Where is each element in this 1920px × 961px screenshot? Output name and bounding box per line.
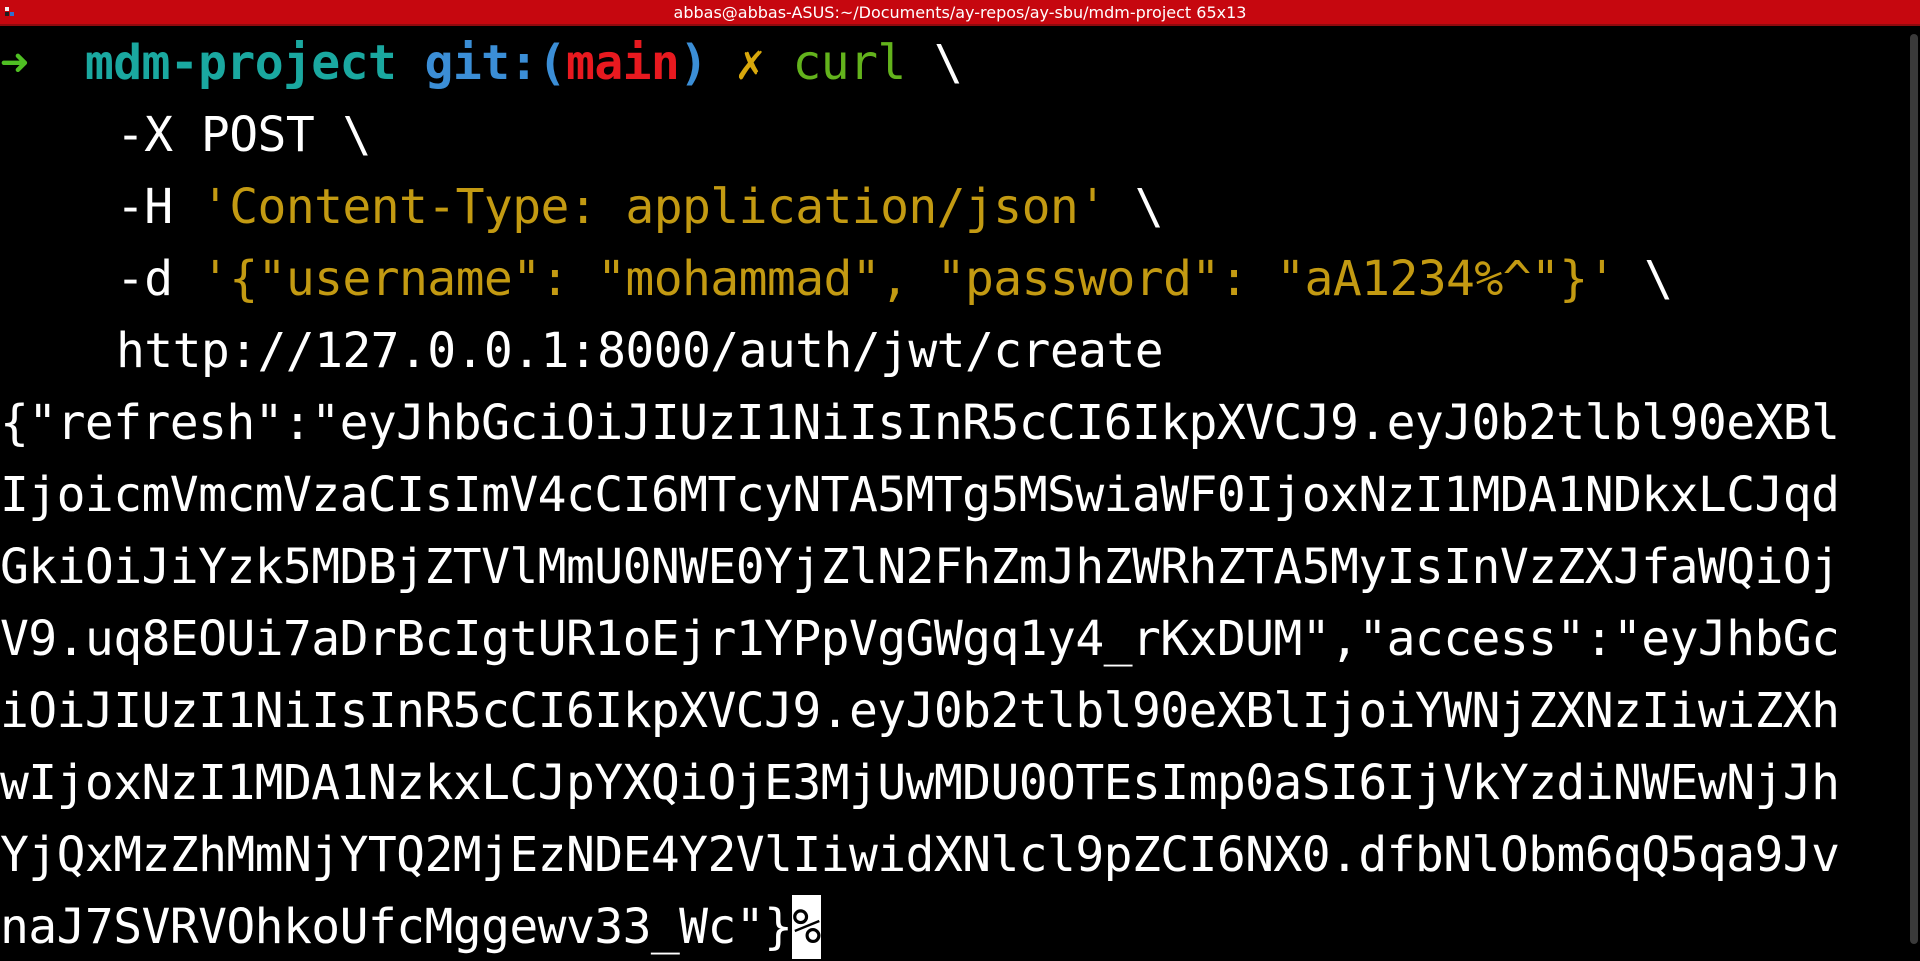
output-line: iOiJIUzI1NiIsInR5cCI6IkpXVCJ9.eyJ0b2tlbl… (0, 683, 1840, 739)
scrollbar-thumb[interactable] (1910, 34, 1918, 944)
prompt-git-label: git:( (424, 35, 567, 91)
output-line: YjQxMzZhMmNjYTQ2MjEzNDE4Y2VlIiwidXNlcl9p… (0, 827, 1840, 883)
line-continuation: \ (1134, 179, 1164, 235)
command-line: http://127.0.0.1:8000/auth/jwt/create (0, 319, 1900, 391)
output-line: wIjoxNzI1MDA1NzkxLCJpYXQiOjE3MjUwMDU0OTE… (0, 755, 1840, 811)
command-name: curl (792, 35, 906, 91)
git-dirty-icon: ✗ (735, 35, 765, 91)
line-continuation: \ (342, 107, 371, 163)
command-flag: -X (116, 107, 173, 163)
window-title: abbas@abbas-ASUS:~/Documents/ay-repos/ay… (673, 3, 1247, 22)
prompt-directory: mdm-project (84, 35, 397, 91)
command-line: -d '{"username": "mohammad", "password":… (0, 247, 1900, 319)
command-url: http://127.0.0.1:8000/auth/jwt/create (116, 323, 1164, 379)
prompt-git-branch: main (566, 35, 680, 91)
title-bar[interactable]: abbas@abbas-ASUS:~/Documents/ay-repos/ay… (0, 0, 1920, 26)
output-line: IjoicmVmcmVzaCIsImV4cCI6MTcyNTA5MTg5MSwi… (0, 467, 1840, 523)
output-text: naJ7SVRVOhkoUfcMggewv33_Wc"} (0, 899, 793, 955)
terminal-cursor: % (792, 895, 821, 959)
line-continuation: \ (934, 35, 963, 91)
prompt-git-close: ) (679, 35, 708, 91)
command-line: -H 'Content-Type: application/json' \ (0, 175, 1900, 247)
scrollbar[interactable] (1906, 26, 1920, 961)
prompt-line: ➜ mdm-project git:(main) ✗ curl \ (0, 31, 1900, 103)
prompt-arrow-icon: ➜ (0, 35, 29, 91)
command-arg: POST (200, 107, 315, 163)
terminal-content[interactable]: ➜ mdm-project git:(main) ✗ curl \ -X POS… (0, 31, 1900, 961)
output-line: {"refresh":"eyJhbGciOiJIUzI1NiIsInR5cCI6… (0, 395, 1840, 451)
output-line: GkiOiJiYzk5MDBjZTVlMmU0NWE0YjZlN2FhZmJhZ… (0, 539, 1840, 595)
output-line: V9.uq8EOUi7aDrBcIgtUR1oEjr1YPpVgGWgq1y4_… (0, 611, 1840, 667)
output-line-last: naJ7SVRVOhkoUfcMggewv33_Wc"}% (0, 895, 1900, 961)
command-flag: -H (116, 179, 173, 235)
line-continuation: \ (1644, 251, 1673, 307)
command-flag: -d (116, 251, 173, 307)
terminal-window: abbas@abbas-ASUS:~/Documents/ay-repos/ay… (0, 0, 1920, 961)
command-line: -X POST \ (0, 103, 1900, 175)
command-string-arg: '{"username": "mohammad", "password": "a… (200, 251, 1617, 307)
command-string-arg: 'Content-Type: application/json' (200, 179, 1107, 235)
